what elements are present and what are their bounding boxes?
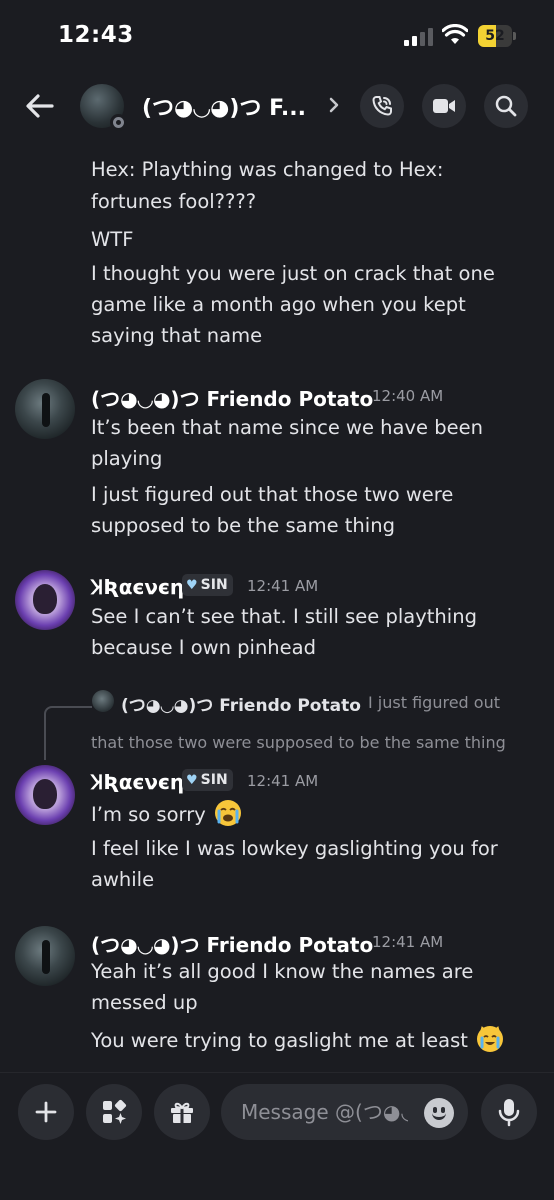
avatar[interactable] — [15, 926, 75, 986]
video-call-button[interactable] — [422, 84, 466, 128]
apps-sparkle-icon — [103, 1099, 127, 1124]
message-text: game like a month ago when you kept — [91, 293, 466, 316]
heart-icon: ♥ — [186, 577, 198, 593]
apps-button[interactable] — [86, 1084, 142, 1140]
reply-connector — [44, 706, 92, 760]
message-text: WTF — [91, 228, 134, 251]
server-tag-badge[interactable]: ♥ SIN — [182, 769, 233, 791]
username[interactable]: (つ◕◡◕)つ Friendo Potato — [91, 929, 373, 958]
message-text: because I own pinhead — [91, 636, 316, 659]
battery-icon: 52 — [478, 25, 516, 47]
voice-message-button[interactable] — [481, 1084, 537, 1140]
search-button[interactable] — [484, 84, 528, 128]
message-text: It’s been that name since we have been — [91, 416, 483, 439]
heart-icon: ♥ — [186, 772, 198, 788]
message-text: supposed to be the same thing — [91, 514, 395, 537]
chat-header: (つ◕◡◕)つ F... — [0, 80, 554, 136]
microphone-icon — [498, 1099, 520, 1127]
gift-button[interactable] — [154, 1084, 210, 1140]
avatar[interactable] — [15, 379, 75, 439]
avatar[interactable] — [15, 765, 75, 825]
wifi-icon — [442, 24, 468, 44]
add-attachment-button[interactable] — [18, 1084, 74, 1140]
message-text: See I can’t see that. I still see playth… — [91, 605, 477, 628]
chevron-right-icon[interactable] — [326, 94, 342, 116]
username[interactable]: ꞰƦαєνєη — [91, 573, 184, 600]
message-line: You were trying to gaslight me at least — [91, 1026, 504, 1052]
emoji-picker-icon[interactable] — [424, 1098, 454, 1128]
status-time: 12:43 — [58, 22, 134, 48]
message-line: I’m so sorry — [91, 800, 241, 826]
search-icon — [495, 95, 517, 117]
reply-username[interactable]: (つ◕◡◕)つ Friendo Potato — [121, 691, 361, 716]
message-text: Hex: Plaything was changed to Hex: — [91, 158, 444, 181]
message-text: I thought you were just on crack that on… — [91, 262, 495, 285]
plus-icon — [35, 1101, 57, 1123]
signal-icon — [404, 28, 434, 46]
avatar[interactable] — [15, 570, 75, 630]
message-list[interactable]: Hex: Plaything was changed to Hex: fortu… — [0, 140, 554, 1065]
message-text: I just figured out that those two were — [91, 483, 454, 506]
username[interactable]: (つ◕◡◕)つ Friendo Potato — [91, 383, 373, 412]
phone-icon — [372, 96, 392, 116]
message-composer — [0, 1072, 554, 1200]
gift-icon — [171, 1102, 193, 1123]
tag-label: SIN — [200, 577, 228, 593]
video-camera-icon — [433, 99, 455, 113]
message-text: saying that name — [91, 324, 263, 347]
message-text: Yeah it’s all good I know the names are — [91, 960, 474, 983]
status-bar: 12:43 52 — [0, 0, 554, 72]
message-text: fortunes fool???? — [91, 190, 257, 213]
timestamp: 12:41 AM — [372, 933, 444, 951]
avatar[interactable] — [80, 84, 127, 131]
message-text: playing — [91, 447, 163, 470]
timestamp: 12:41 AM — [247, 577, 319, 595]
message-text: I’m so sorry — [91, 803, 206, 826]
reply-avatar — [92, 690, 114, 712]
server-tag-badge[interactable]: ♥ SIN — [182, 574, 233, 596]
message-text: awhile — [91, 868, 155, 891]
battery-percent: 52 — [485, 28, 505, 44]
username[interactable]: ꞰƦαєνєη — [91, 768, 184, 795]
message-text: messed up — [91, 991, 198, 1014]
back-arrow-icon[interactable] — [22, 88, 58, 124]
reply-preview-text[interactable]: that those two were supposed to be the s… — [91, 733, 506, 752]
message-text: I feel like I was lowkey gaslighting you… — [91, 837, 498, 860]
channel-title[interactable]: (つ◕◡◕)つ F... — [142, 90, 322, 122]
reply-preview-text[interactable]: I just figured out — [368, 693, 500, 712]
message-text: You were trying to gaslight me at least — [91, 1029, 468, 1052]
timestamp: 12:41 AM — [247, 772, 319, 790]
voice-call-button[interactable] — [360, 84, 404, 128]
crying-emoji-icon — [214, 800, 241, 826]
timestamp: 12:40 AM — [372, 387, 444, 405]
tag-label: SIN — [200, 772, 228, 788]
crying-cat-emoji-icon — [477, 1026, 504, 1052]
offline-status-icon — [110, 114, 127, 131]
